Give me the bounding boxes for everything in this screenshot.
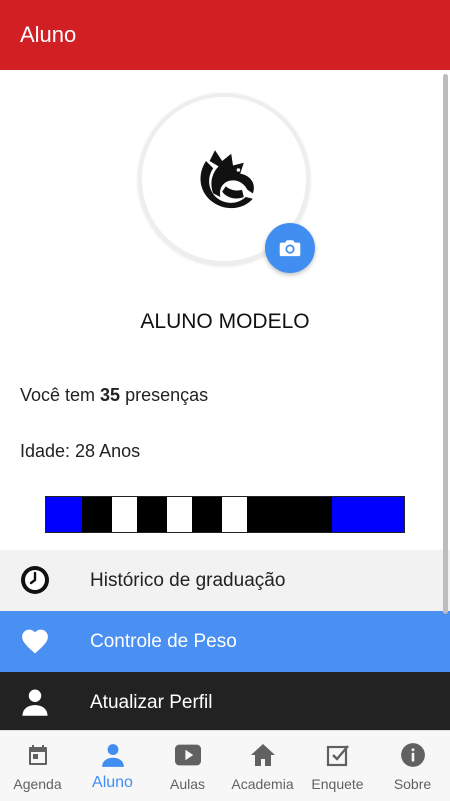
- camera-icon: [279, 240, 301, 257]
- tab-label: Enquete: [311, 776, 364, 792]
- attendance-suffix: presenças: [120, 385, 209, 405]
- video-play-icon: [174, 742, 201, 768]
- attendance-number: 35: [100, 385, 121, 405]
- dragon-logo: [200, 150, 254, 209]
- tab-label: Aluno: [92, 774, 133, 791]
- tab-aulas[interactable]: Aulas: [150, 731, 225, 801]
- belt-stripe: [112, 497, 137, 532]
- belt-segment: [46, 497, 82, 532]
- tab-label: Academia: [231, 776, 294, 792]
- tab-sobre[interactable]: Sobre: [375, 731, 450, 801]
- belt-segment: [82, 497, 112, 532]
- menu-item-graduation-history[interactable]: Histórico de graduação: [0, 550, 450, 611]
- person-icon: [20, 687, 50, 717]
- belt-segment: [332, 497, 404, 532]
- info-icon: [400, 742, 426, 768]
- clock-icon: [20, 565, 50, 595]
- belt-segment: [247, 497, 332, 532]
- scrollbar[interactable]: [443, 74, 448, 614]
- calendar-icon: [25, 742, 51, 768]
- belt-stripe: [222, 497, 247, 532]
- tab-label: Agenda: [13, 776, 62, 792]
- tab-aluno[interactable]: Aluno: [75, 731, 150, 801]
- age-text: Idade: 28 Anos: [20, 441, 141, 461]
- page-title: Aluno: [20, 22, 77, 47]
- bottom-navigation: Agenda Aluno Aulas Academia Enquete Sobr…: [0, 730, 450, 801]
- change-photo-button[interactable]: [265, 223, 315, 273]
- menu-item-update-profile[interactable]: Atualizar Perfil: [0, 672, 450, 730]
- heart-icon: [20, 626, 50, 656]
- belt-stripe: [167, 497, 192, 532]
- attendance-prefix: Você tem: [20, 385, 101, 405]
- menu-item-label: Histórico de graduação: [90, 570, 286, 591]
- student-name: ALUNO MODELO: [140, 310, 310, 333]
- person-icon: [100, 742, 126, 768]
- app-bar: Aluno: [0, 0, 450, 70]
- tab-label: Aulas: [169, 776, 206, 792]
- home-icon: [250, 742, 276, 768]
- menu-item-weight-control[interactable]: Controle de Peso: [0, 611, 450, 672]
- tab-academia[interactable]: Academia: [225, 731, 300, 801]
- tab-enquete[interactable]: Enquete: [300, 731, 375, 801]
- tab-agenda[interactable]: Agenda: [0, 731, 75, 801]
- checkbox-icon: [325, 742, 351, 768]
- belt-graphic: [45, 496, 405, 533]
- belt-segment: [137, 497, 167, 532]
- menu-item-label: Controle de Peso: [90, 631, 237, 652]
- attendance-count: Você tem 35 presenças: [20, 385, 208, 406]
- menu-item-label: Atualizar Perfil: [90, 692, 213, 713]
- profile-content[interactable]: ALUNO MODELO Você tem 35 presenças Idade…: [0, 70, 450, 730]
- tab-label: Sobre: [393, 776, 432, 792]
- belt-segment: [192, 497, 222, 532]
